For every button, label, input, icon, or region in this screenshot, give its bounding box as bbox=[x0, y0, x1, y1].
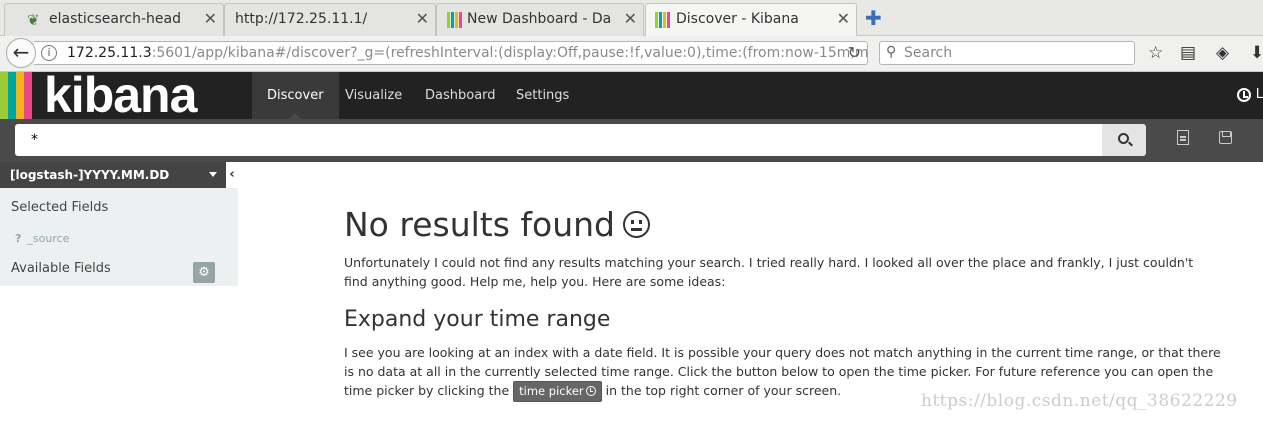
expand-text-after: in the top right corner of your screen. bbox=[605, 383, 842, 398]
back-arrow-icon: ← bbox=[12, 40, 30, 64]
url-host: 172.25.11.3 bbox=[67, 45, 152, 61]
time-picker-clock-icon[interactable] bbox=[1237, 88, 1251, 102]
info-icon[interactable]: i bbox=[41, 45, 57, 61]
leaf-icon: ❦ bbox=[27, 11, 40, 29]
kibana-logo-text: kibana bbox=[44, 67, 197, 123]
browser-tab-172-25-11-1[interactable]: http://172.25.11.1/ ✕ bbox=[224, 3, 436, 36]
nav-discover[interactable]: Discover bbox=[252, 72, 339, 119]
time-range-label[interactable]: L bbox=[1256, 87, 1263, 102]
new-search-icon[interactable] bbox=[1177, 130, 1189, 145]
back-button[interactable]: ← bbox=[6, 38, 36, 68]
tab-label: New Dashboard - Da bbox=[467, 11, 612, 27]
url-text: 172.25.11.3:5601/app/kibana#/discover?_g… bbox=[67, 45, 868, 61]
field-name: _source bbox=[27, 232, 70, 245]
no-results-intro: Unfortunately I could not find any resul… bbox=[344, 255, 1194, 289]
query-input[interactable] bbox=[15, 124, 1102, 156]
close-tab-icon[interactable]: ✕ bbox=[204, 9, 217, 28]
kibana-icon bbox=[655, 12, 671, 28]
new-tab-icon[interactable]: ✚ bbox=[865, 6, 882, 30]
kibana-logo-bars bbox=[0, 72, 32, 119]
logo-bar bbox=[0, 72, 8, 119]
close-tab-icon[interactable]: ✕ bbox=[416, 9, 429, 28]
field-sidebar: [logstash-]YYYY.MM.DD ‹ Selected Fields … bbox=[0, 162, 238, 286]
close-tab-icon[interactable]: ✕ bbox=[837, 9, 850, 28]
field-item-source[interactable]: ? _source bbox=[15, 232, 69, 245]
close-tab-icon[interactable]: ✕ bbox=[624, 9, 637, 28]
sad-face-icon bbox=[623, 211, 650, 238]
browser-tab-discover-kibana[interactable]: Discover - Kibana ✕ bbox=[645, 3, 857, 37]
field-settings-button[interactable]: ⚙ bbox=[193, 262, 215, 283]
logo-bar bbox=[16, 72, 24, 119]
clock-icon bbox=[585, 386, 596, 396]
search-placeholder: Search bbox=[904, 45, 953, 61]
nav-dashboard[interactable]: Dashboard bbox=[410, 72, 511, 119]
expand-time-range-heading: Expand your time range bbox=[344, 307, 611, 332]
available-fields-heading: Available Fields bbox=[11, 261, 111, 276]
pocket-icon[interactable]: ◈ bbox=[1216, 43, 1229, 63]
tab-label: http://172.25.11.1/ bbox=[235, 11, 368, 27]
kibana-icon bbox=[447, 12, 463, 28]
no-results-title: No results found bbox=[344, 205, 650, 244]
chevron-left-icon: ‹ bbox=[229, 167, 235, 182]
selected-fields-heading: Selected Fields bbox=[11, 200, 109, 215]
index-pattern-selector[interactable]: [logstash-]YYYY.MM.DD bbox=[0, 162, 226, 188]
time-picker-label: time picker bbox=[519, 384, 584, 398]
browser-tab-new-dashboard[interactable]: New Dashboard - Da ✕ bbox=[436, 3, 644, 36]
index-pattern-label: [logstash-]YYYY.MM.DD bbox=[10, 168, 170, 182]
kibana-header: kibana Discover Visualize Dashboard Sett… bbox=[0, 67, 1263, 123]
search-icon: ⚲ bbox=[886, 44, 897, 60]
kibana-logo[interactable]: kibana bbox=[0, 67, 252, 123]
field-type-icon: ? bbox=[15, 232, 22, 245]
save-search-icon[interactable] bbox=[1219, 131, 1232, 144]
reload-icon[interactable]: ↻ bbox=[848, 43, 861, 62]
logo-bar bbox=[8, 72, 16, 119]
download-icon[interactable]: ⬇ bbox=[1250, 43, 1263, 63]
browser-tab-elasticsearch-head[interactable]: ❦ elasticsearch-head ✕ bbox=[4, 3, 224, 36]
url-path: :5601/app/kibana#/discover?_g=(refreshIn… bbox=[151, 45, 869, 61]
tab-label: Discover - Kibana bbox=[676, 11, 799, 27]
url-bar[interactable]: i 172.25.11.3:5601/app/kibana#/discover?… bbox=[34, 41, 868, 65]
tab-label: elasticsearch-head bbox=[49, 11, 181, 27]
logo-bar bbox=[24, 72, 32, 119]
search-button[interactable] bbox=[1102, 124, 1146, 156]
time-picker-button[interactable]: time picker bbox=[513, 381, 602, 402]
bookmark-star-icon[interactable]: ☆ bbox=[1148, 43, 1163, 63]
collapse-sidebar-button[interactable]: ‹ bbox=[226, 162, 238, 188]
caret-down-icon bbox=[209, 172, 217, 177]
search-icon bbox=[1118, 133, 1129, 144]
browser-tab-strip: ❦ elasticsearch-head ✕ http://172.25.11.… bbox=[0, 0, 1263, 37]
nav-visualize[interactable]: Visualize bbox=[330, 72, 417, 119]
gear-icon: ⚙ bbox=[198, 265, 210, 280]
nav-settings[interactable]: Settings bbox=[501, 72, 584, 119]
query-bar bbox=[0, 119, 1263, 162]
reading-list-icon[interactable]: ▤ bbox=[1180, 43, 1196, 63]
browser-search-input[interactable]: ⚲ Search bbox=[879, 41, 1135, 65]
no-results-text: No results found bbox=[344, 205, 615, 244]
watermark: https://blog.csdn.net/qq_38622229 bbox=[921, 391, 1238, 411]
